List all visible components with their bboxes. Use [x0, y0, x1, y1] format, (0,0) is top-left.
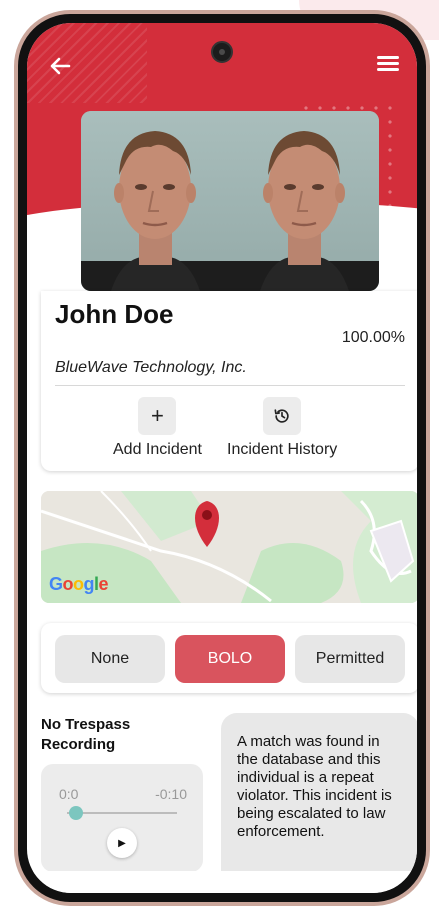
photo-profile [230, 111, 379, 291]
recording-title: No Trespass Recording [41, 716, 131, 753]
company-name: BlueWave Technology, Inc. [55, 359, 247, 376]
incident-history-button[interactable]: Incident History [227, 397, 337, 459]
profile-card: John Doe 100.00% BlueWave Technology, In… [41, 291, 417, 471]
phone-bezel: John Doe 100.00% BlueWave Technology, In… [18, 14, 426, 902]
status-none-button[interactable]: None [55, 635, 165, 683]
arrow-left-icon[interactable] [45, 51, 75, 81]
time-start: 0:0 [59, 786, 79, 802]
phone-frame: John Doe 100.00% BlueWave Technology, In… [14, 10, 430, 906]
add-incident-button[interactable]: + Add Incident [113, 397, 202, 459]
match-percent: 100.00% [341, 329, 405, 346]
status-bolo-button[interactable]: BOLO [175, 635, 285, 683]
history-icon[interactable] [263, 397, 302, 435]
bottom-bar [27, 871, 417, 893]
incident-history-label: Incident History [227, 441, 338, 458]
location-map[interactable]: Google [41, 491, 417, 603]
hamburger-menu-icon[interactable] [377, 53, 403, 77]
front-camera [211, 41, 233, 63]
audio-player: 0:0 -0:10 ▶ [41, 764, 203, 872]
divider [55, 385, 405, 386]
add-incident-label: Add Incident [113, 441, 202, 458]
alert-message: A match was found in the database and th… [221, 713, 417, 889]
person-name: John Doe [55, 299, 174, 329]
suspect-photo [81, 111, 379, 291]
status-selector: None BOLO Permitted [41, 623, 417, 693]
status-permitted-button[interactable]: Permitted [295, 635, 405, 683]
time-end: -0:10 [155, 786, 187, 802]
google-logo: Google [49, 574, 109, 594]
play-button[interactable]: ▶ [107, 828, 137, 858]
progress-track[interactable] [67, 812, 177, 814]
play-icon: ▶ [118, 837, 126, 849]
plus-icon[interactable]: + [138, 397, 177, 435]
photo-front [81, 111, 230, 291]
progress-thumb[interactable] [69, 806, 83, 820]
app-screen: John Doe 100.00% BlueWave Technology, In… [27, 23, 417, 893]
